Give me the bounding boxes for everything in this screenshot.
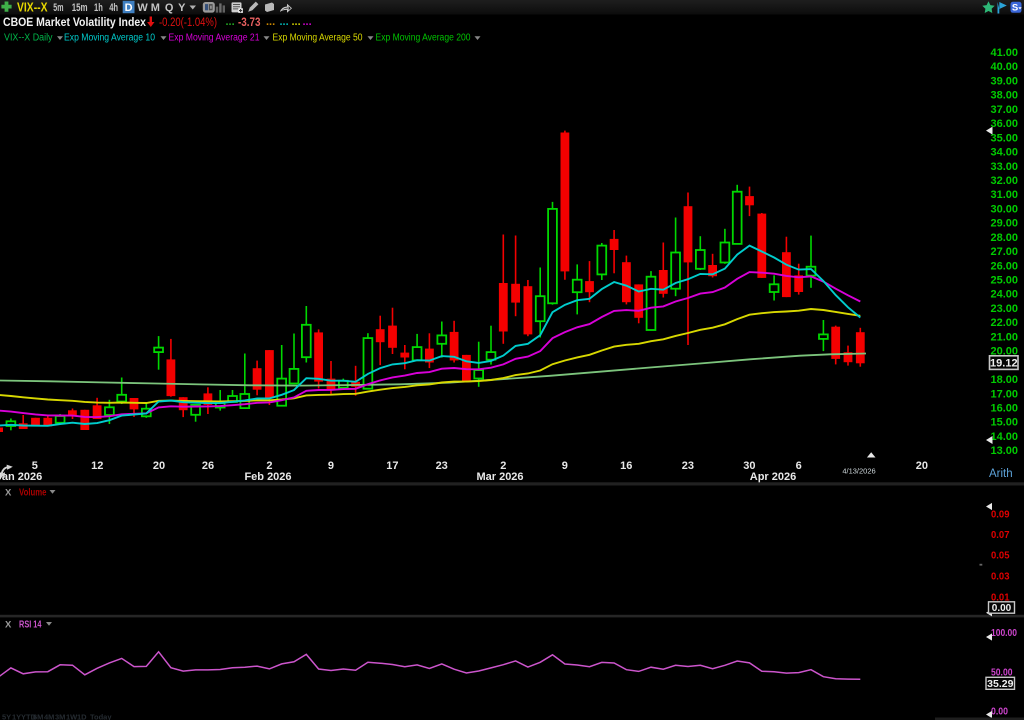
svg-text:20: 20 (153, 460, 165, 472)
svg-text:1h: 1h (94, 2, 103, 14)
svg-text:6: 6 (796, 460, 802, 472)
svg-text:W: W (137, 2, 148, 14)
svg-text:18.00: 18.00 (991, 374, 1019, 386)
svg-text:Q: Q (165, 2, 174, 14)
svg-text:29.00: 29.00 (991, 218, 1019, 230)
svg-text:31.00: 31.00 (991, 189, 1019, 201)
svg-text:Apr 2026: Apr 2026 (750, 471, 796, 483)
svg-text:36.00: 36.00 (991, 118, 1019, 130)
svg-text:30.00: 30.00 (991, 203, 1019, 215)
svg-text:38.00: 38.00 (991, 90, 1019, 102)
svg-text:15.00: 15.00 (991, 417, 1019, 429)
svg-text:27.00: 27.00 (991, 246, 1019, 258)
svg-text:0.03: 0.03 (991, 572, 1010, 583)
svg-text:6M: 6M (33, 713, 43, 720)
svg-text:21.00: 21.00 (991, 331, 1019, 343)
svg-text:20: 20 (916, 460, 928, 472)
svg-text:Feb 2026: Feb 2026 (244, 471, 291, 483)
svg-text:24.00: 24.00 (991, 289, 1019, 301)
svg-text:22.00: 22.00 (991, 317, 1019, 329)
svg-text:26.00: 26.00 (991, 260, 1019, 272)
svg-text:15m: 15m (72, 2, 88, 14)
svg-text:...: ... (226, 16, 235, 28)
svg-text:35.29: 35.29 (987, 678, 1013, 690)
svg-text:VIX--X Daily: VIX--X Daily (4, 33, 53, 44)
svg-text:VIX--X: VIX--X (17, 0, 48, 14)
svg-text:4/13/2026: 4/13/2026 (842, 467, 875, 476)
svg-text:X: X (5, 620, 12, 631)
svg-text:33.00: 33.00 (991, 161, 1019, 173)
svg-text:41.00: 41.00 (991, 47, 1019, 59)
svg-text:12: 12 (91, 460, 103, 472)
svg-text:9: 9 (328, 460, 334, 472)
svg-text:40.00: 40.00 (991, 61, 1019, 73)
svg-text:Volume: Volume (19, 487, 47, 498)
svg-text:-0.20(-1.04%): -0.20(-1.04%) (159, 17, 217, 29)
svg-text:28.00: 28.00 (991, 232, 1019, 244)
svg-text:Exp Moving Average 10: Exp Moving Average 10 (64, 33, 155, 44)
svg-text:19.12: 19.12 (990, 358, 1018, 370)
svg-text:Y: Y (178, 2, 186, 14)
svg-text:...: ... (280, 16, 289, 28)
svg-text:14.00: 14.00 (991, 431, 1019, 443)
svg-text:32.00: 32.00 (991, 175, 1019, 187)
svg-text:...: ... (266, 16, 275, 28)
svg-text:23.00: 23.00 (991, 303, 1019, 315)
svg-text:Exp Moving Average 200: Exp Moving Average 200 (376, 33, 471, 44)
svg-text:1D: 1D (77, 713, 87, 720)
svg-text:4h: 4h (109, 2, 118, 14)
svg-text:16.00: 16.00 (991, 403, 1019, 415)
svg-text:Jan 2026: Jan 2026 (0, 471, 42, 483)
svg-text:13.00: 13.00 (991, 445, 1019, 457)
svg-text:X: X (5, 488, 12, 499)
svg-text:17: 17 (386, 460, 398, 472)
svg-text:1Y: 1Y (12, 713, 21, 720)
svg-text:S: S (1012, 3, 1018, 14)
svg-text:Arith: Arith (989, 468, 1013, 480)
svg-text:35.00: 35.00 (991, 132, 1019, 144)
svg-text:D: D (125, 2, 133, 14)
svg-text:26: 26 (202, 460, 214, 472)
svg-text:RSI 14: RSI 14 (19, 620, 42, 631)
svg-text:Today: Today (90, 713, 112, 720)
svg-text:0.00: 0.00 (991, 707, 1008, 718)
svg-text:4M: 4M (44, 713, 54, 720)
svg-text:100.00: 100.00 (991, 628, 1017, 639)
svg-text:Exp Moving Average 21: Exp Moving Average 21 (169, 33, 260, 44)
svg-text:0.07: 0.07 (991, 530, 1010, 541)
svg-text:34.00: 34.00 (991, 147, 1019, 159)
svg-text:0.09: 0.09 (991, 510, 1010, 521)
svg-text:5Y: 5Y (2, 713, 11, 720)
svg-text:9: 9 (562, 460, 568, 472)
svg-text:3M: 3M (55, 713, 65, 720)
svg-text:0.00: 0.00 (992, 603, 1012, 614)
svg-text:23: 23 (682, 460, 694, 472)
svg-text:CBOE Market Volatility Index: CBOE Market Volatility Index (3, 17, 147, 29)
svg-text:23: 23 (436, 460, 448, 472)
svg-text:...: ... (303, 16, 312, 28)
svg-text:-3.73: -3.73 (238, 17, 261, 29)
svg-text:0.05: 0.05 (991, 551, 1010, 562)
svg-text:25.00: 25.00 (991, 275, 1019, 287)
svg-text:...: ... (292, 16, 301, 28)
svg-text:M: M (151, 2, 160, 14)
svg-text:Mar 2026: Mar 2026 (476, 471, 523, 483)
svg-text:16: 16 (620, 460, 632, 472)
svg-text:17.00: 17.00 (991, 388, 1019, 400)
svg-text:37.00: 37.00 (991, 104, 1019, 116)
svg-text:5m: 5m (53, 2, 63, 14)
svg-text:39.00: 39.00 (991, 75, 1019, 87)
svg-text:Exp Moving Average 50: Exp Moving Average 50 (273, 33, 363, 44)
